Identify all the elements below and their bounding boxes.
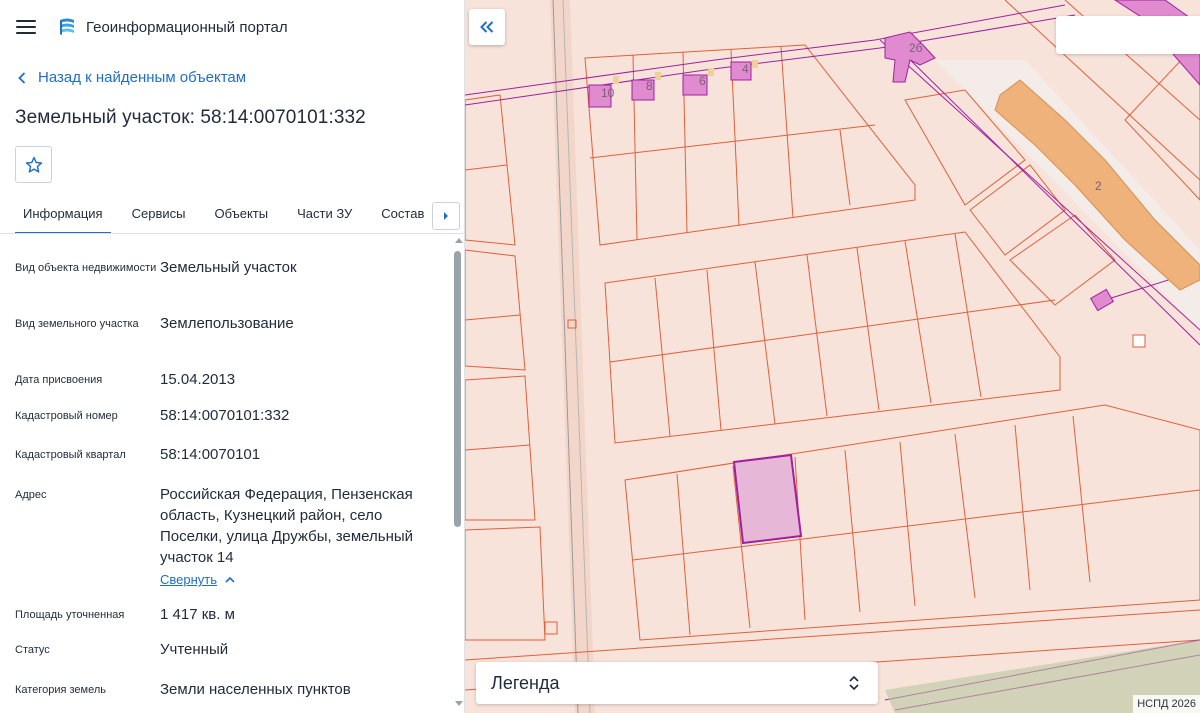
property-label: Категория земель bbox=[15, 684, 106, 696]
property-row: Вид земельного участка Землепользование bbox=[15, 313, 445, 335]
property-label: Дата присвоения bbox=[15, 374, 103, 386]
scroll-thumb[interactable] bbox=[454, 251, 461, 527]
property-value: Учтенный bbox=[160, 641, 229, 658]
back-to-results-link[interactable]: Назад к найденным объектам bbox=[18, 69, 246, 86]
map-attribution: НСПД 2026 bbox=[1133, 695, 1200, 713]
property-value: Земельный участок bbox=[160, 259, 297, 276]
unfold-icon[interactable] bbox=[848, 674, 860, 692]
object-tabs: Информация Сервисы Объекты Части ЗУ Сост… bbox=[15, 196, 430, 234]
property-row: Кадастровый номер 58:14:0070101:332 bbox=[15, 405, 445, 427]
properties-list: Вид объекта недвижимости Земельный участ… bbox=[0, 234, 455, 713]
property-label: Статус bbox=[15, 644, 50, 656]
building-label: 4 bbox=[742, 62, 749, 76]
map-marker-square bbox=[1132, 334, 1146, 348]
info-panel: Геоинформационный портал Назад к найденн… bbox=[0, 0, 465, 713]
building-label: 8 bbox=[646, 79, 653, 93]
chevron-up-icon bbox=[225, 576, 235, 583]
favorite-button[interactable] bbox=[15, 146, 52, 183]
menu-icon[interactable] bbox=[16, 20, 36, 34]
property-label: Адрес bbox=[15, 489, 47, 501]
building-label: 10 bbox=[601, 86, 615, 100]
building-small bbox=[1090, 288, 1114, 312]
property-row: Категория земель Земли населенных пункто… bbox=[15, 679, 445, 701]
tabs-next-button[interactable] bbox=[432, 202, 460, 230]
property-value: 1 417 кв. м bbox=[160, 606, 235, 623]
property-value: 15.04.2013 bbox=[160, 371, 236, 388]
property-label: Кадастровый квартал bbox=[15, 449, 126, 461]
property-row: Адрес Российская Федерация, Пензенская о… bbox=[15, 484, 445, 568]
cadastral-map[interactable]: 10 8 6 4 2б 2 Легенда НСПД 2026 bbox=[465, 0, 1200, 713]
property-row: Статус Учтенный bbox=[15, 639, 445, 661]
legend-label: Легенда bbox=[491, 672, 560, 693]
property-value: Российская Федерация, Пензенская область… bbox=[160, 486, 414, 566]
tab-services[interactable]: Сервисы bbox=[132, 196, 186, 234]
property-label: Кадастровый номер bbox=[15, 410, 118, 422]
property-value: 58:14:0070101 bbox=[160, 446, 261, 463]
property-value: Землепользование bbox=[160, 315, 294, 332]
star-icon bbox=[25, 156, 42, 173]
chevron-right-icon bbox=[444, 212, 448, 220]
back-link-label: Назад к найденным объектам bbox=[38, 69, 247, 86]
double-chevron-left-icon bbox=[480, 21, 494, 33]
property-row: Площадь уточненная 1 417 кв. м bbox=[15, 604, 445, 626]
tab-composition[interactable]: Состав bbox=[381, 196, 424, 234]
property-row: Вид объекта недвижимости Земельный участ… bbox=[15, 257, 445, 279]
building-label: 6 bbox=[699, 74, 706, 88]
building-label: 2б bbox=[909, 41, 923, 55]
legend-panel[interactable]: Легенда bbox=[476, 662, 878, 704]
tab-parts[interactable]: Части ЗУ bbox=[297, 196, 352, 234]
property-label: Вид объекта недвижимости bbox=[15, 262, 157, 274]
tab-objects[interactable]: Объекты bbox=[214, 196, 268, 234]
portal-logo-icon bbox=[59, 18, 74, 35]
collapse-panel-button[interactable] bbox=[469, 9, 505, 45]
collapse-link-label: Свернуть bbox=[160, 572, 218, 587]
scroll-up-arrow[interactable] bbox=[455, 238, 463, 243]
property-value: 58:14:0070101:332 bbox=[160, 407, 290, 424]
building-label: 2 bbox=[1095, 179, 1102, 193]
map-marker-square bbox=[544, 621, 558, 635]
property-label: Вид земельного участка bbox=[15, 318, 139, 330]
property-row: Дата присвоения 15.04.2013 bbox=[15, 369, 445, 391]
collapse-address-link[interactable]: Свернуть bbox=[160, 572, 235, 587]
road bbox=[935, 60, 1200, 330]
map-search-box[interactable] bbox=[1056, 16, 1200, 54]
property-value: Земли населенных пунктов bbox=[160, 681, 351, 698]
top-bar: Геоинформационный портал bbox=[0, 0, 464, 54]
tab-information[interactable]: Информация bbox=[15, 196, 111, 234]
scroll-down-arrow[interactable] bbox=[455, 701, 463, 706]
property-row: Кадастровый квартал 58:14:0070101 bbox=[15, 444, 445, 466]
app-title: Геоинформационный портал bbox=[86, 18, 288, 36]
selected-parcel[interactable] bbox=[732, 453, 803, 545]
map-canvas[interactable]: 10 8 6 4 2б 2 bbox=[465, 0, 1200, 713]
property-label: Площадь уточненная bbox=[15, 609, 125, 621]
object-title: Земельный участок: 58:14:0070101:332 bbox=[15, 107, 366, 128]
panel-scrollbar[interactable] bbox=[453, 236, 463, 708]
chevron-left-icon bbox=[18, 71, 26, 84]
